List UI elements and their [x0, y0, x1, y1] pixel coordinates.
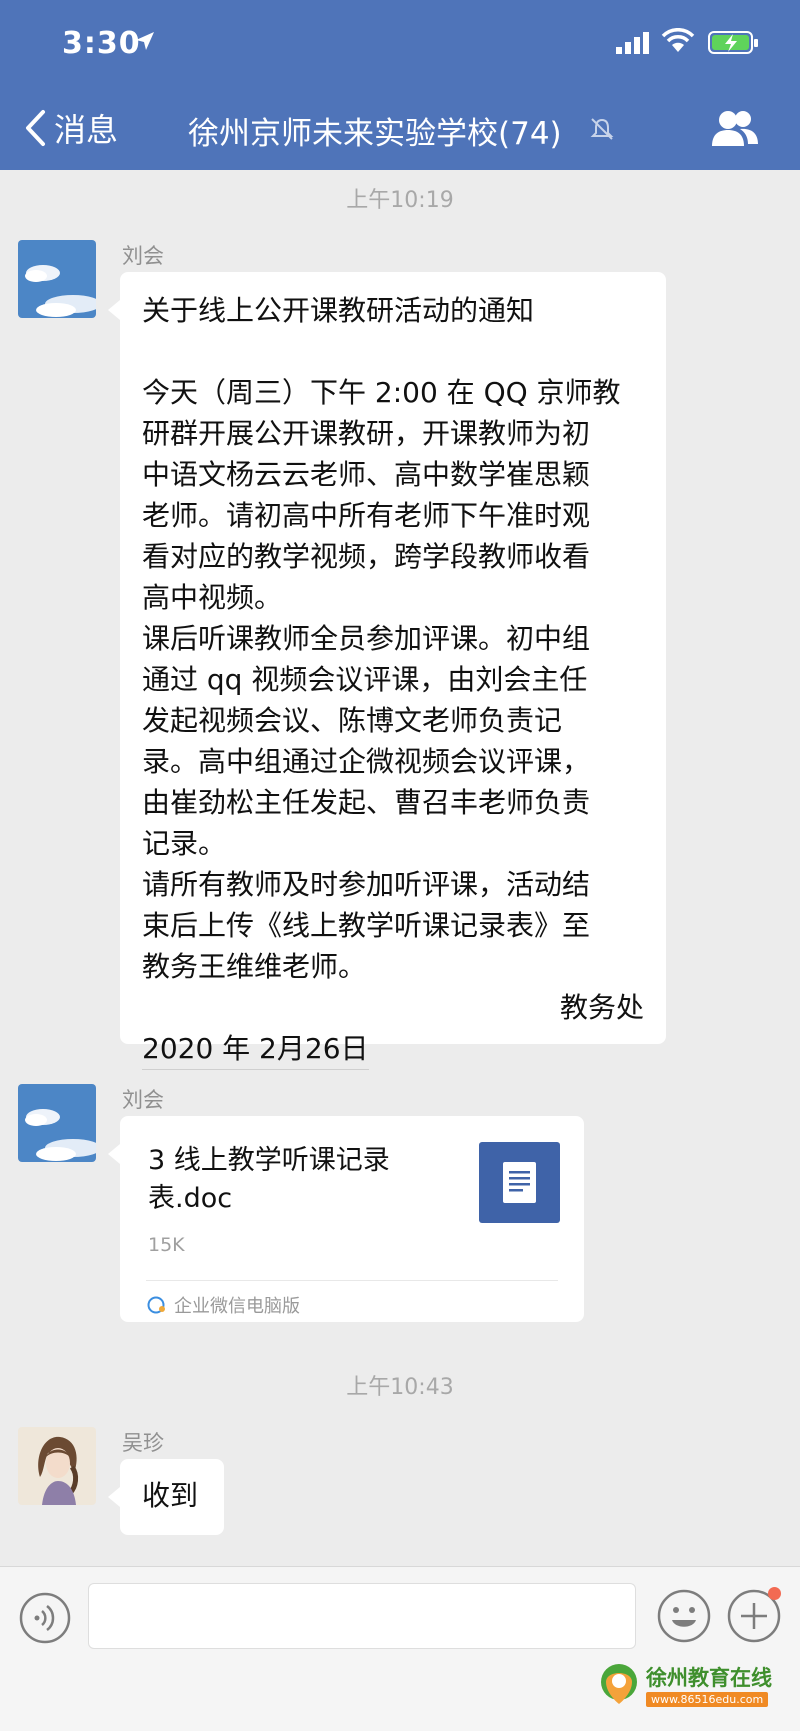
mute-bell-icon	[590, 118, 614, 140]
back-label: 消息	[54, 111, 119, 149]
file-source-label: 企业微信电脑版	[174, 1296, 300, 1317]
document-icon	[479, 1142, 560, 1223]
cellular-signal-icon	[616, 32, 649, 54]
reply-message-bubble[interactable]: 收到	[108, 1459, 224, 1535]
file-source: 企业微信电脑版	[146, 1292, 300, 1318]
chevron-left-icon	[26, 110, 45, 146]
timestamp: 上午10:19	[346, 188, 454, 213]
sender-name: 吴珍	[122, 1431, 164, 1455]
site-watermark: 徐州教育在线 www.86516edu.com	[596, 1658, 796, 1718]
message-date: 2020 年 2月26日	[142, 1028, 369, 1070]
watermark-url: www.86516edu.com	[646, 1692, 769, 1707]
avatar[interactable]	[18, 240, 96, 318]
message-input[interactable]	[88, 1583, 636, 1649]
chat-title: 徐州京师未来实验学校(74)	[188, 116, 562, 152]
back-button[interactable]: 消息	[24, 104, 118, 152]
sender-name: 刘会	[122, 244, 164, 268]
sender-name: 刘会	[122, 1088, 164, 1112]
file-size: 15K	[148, 1234, 185, 1256]
file-message-card[interactable]: 3 线上教学听课记录表.doc 15K 企业微信电脑版	[108, 1116, 584, 1322]
message-text: 关于线上公开课教研活动的通知 今天（周三）下午 2:00 在 QQ 京师教 研群…	[142, 294, 621, 983]
avatar[interactable]	[18, 1084, 96, 1162]
battery-charging-icon	[708, 31, 758, 54]
message-text: 收到	[142, 1479, 199, 1512]
chat-header: 3:30 消息 徐州京师未来实验学校(74)	[0, 0, 800, 170]
watermark-name: 徐州教育在线	[646, 1666, 772, 1690]
status-time: 3:30	[62, 26, 141, 61]
message-signature: 教务处	[559, 991, 644, 1024]
avatar[interactable]	[18, 1427, 96, 1505]
emoji-button[interactable]	[655, 1587, 713, 1645]
notice-message-bubble[interactable]: 关于线上公开课教研活动的通知 今天（周三）下午 2:00 在 QQ 京师教 研群…	[108, 272, 666, 1070]
file-name: 3 线上教学听课记录表.doc	[148, 1145, 390, 1214]
wecom-logo-icon	[147, 1296, 165, 1314]
location-arrow-icon	[136, 32, 154, 50]
sky-clouds-avatar-icon	[18, 240, 96, 318]
voice-input-button[interactable]	[18, 1591, 72, 1645]
girl-portrait-avatar-icon	[18, 1427, 96, 1505]
timestamp: 上午10:43	[346, 1375, 454, 1400]
wifi-icon	[661, 28, 695, 52]
divider	[146, 1280, 558, 1281]
notification-dot	[768, 1587, 781, 1600]
watermark-logo-icon	[601, 1664, 637, 1704]
group-members-button[interactable]	[710, 108, 762, 148]
sky-clouds-avatar-icon	[18, 1084, 96, 1162]
